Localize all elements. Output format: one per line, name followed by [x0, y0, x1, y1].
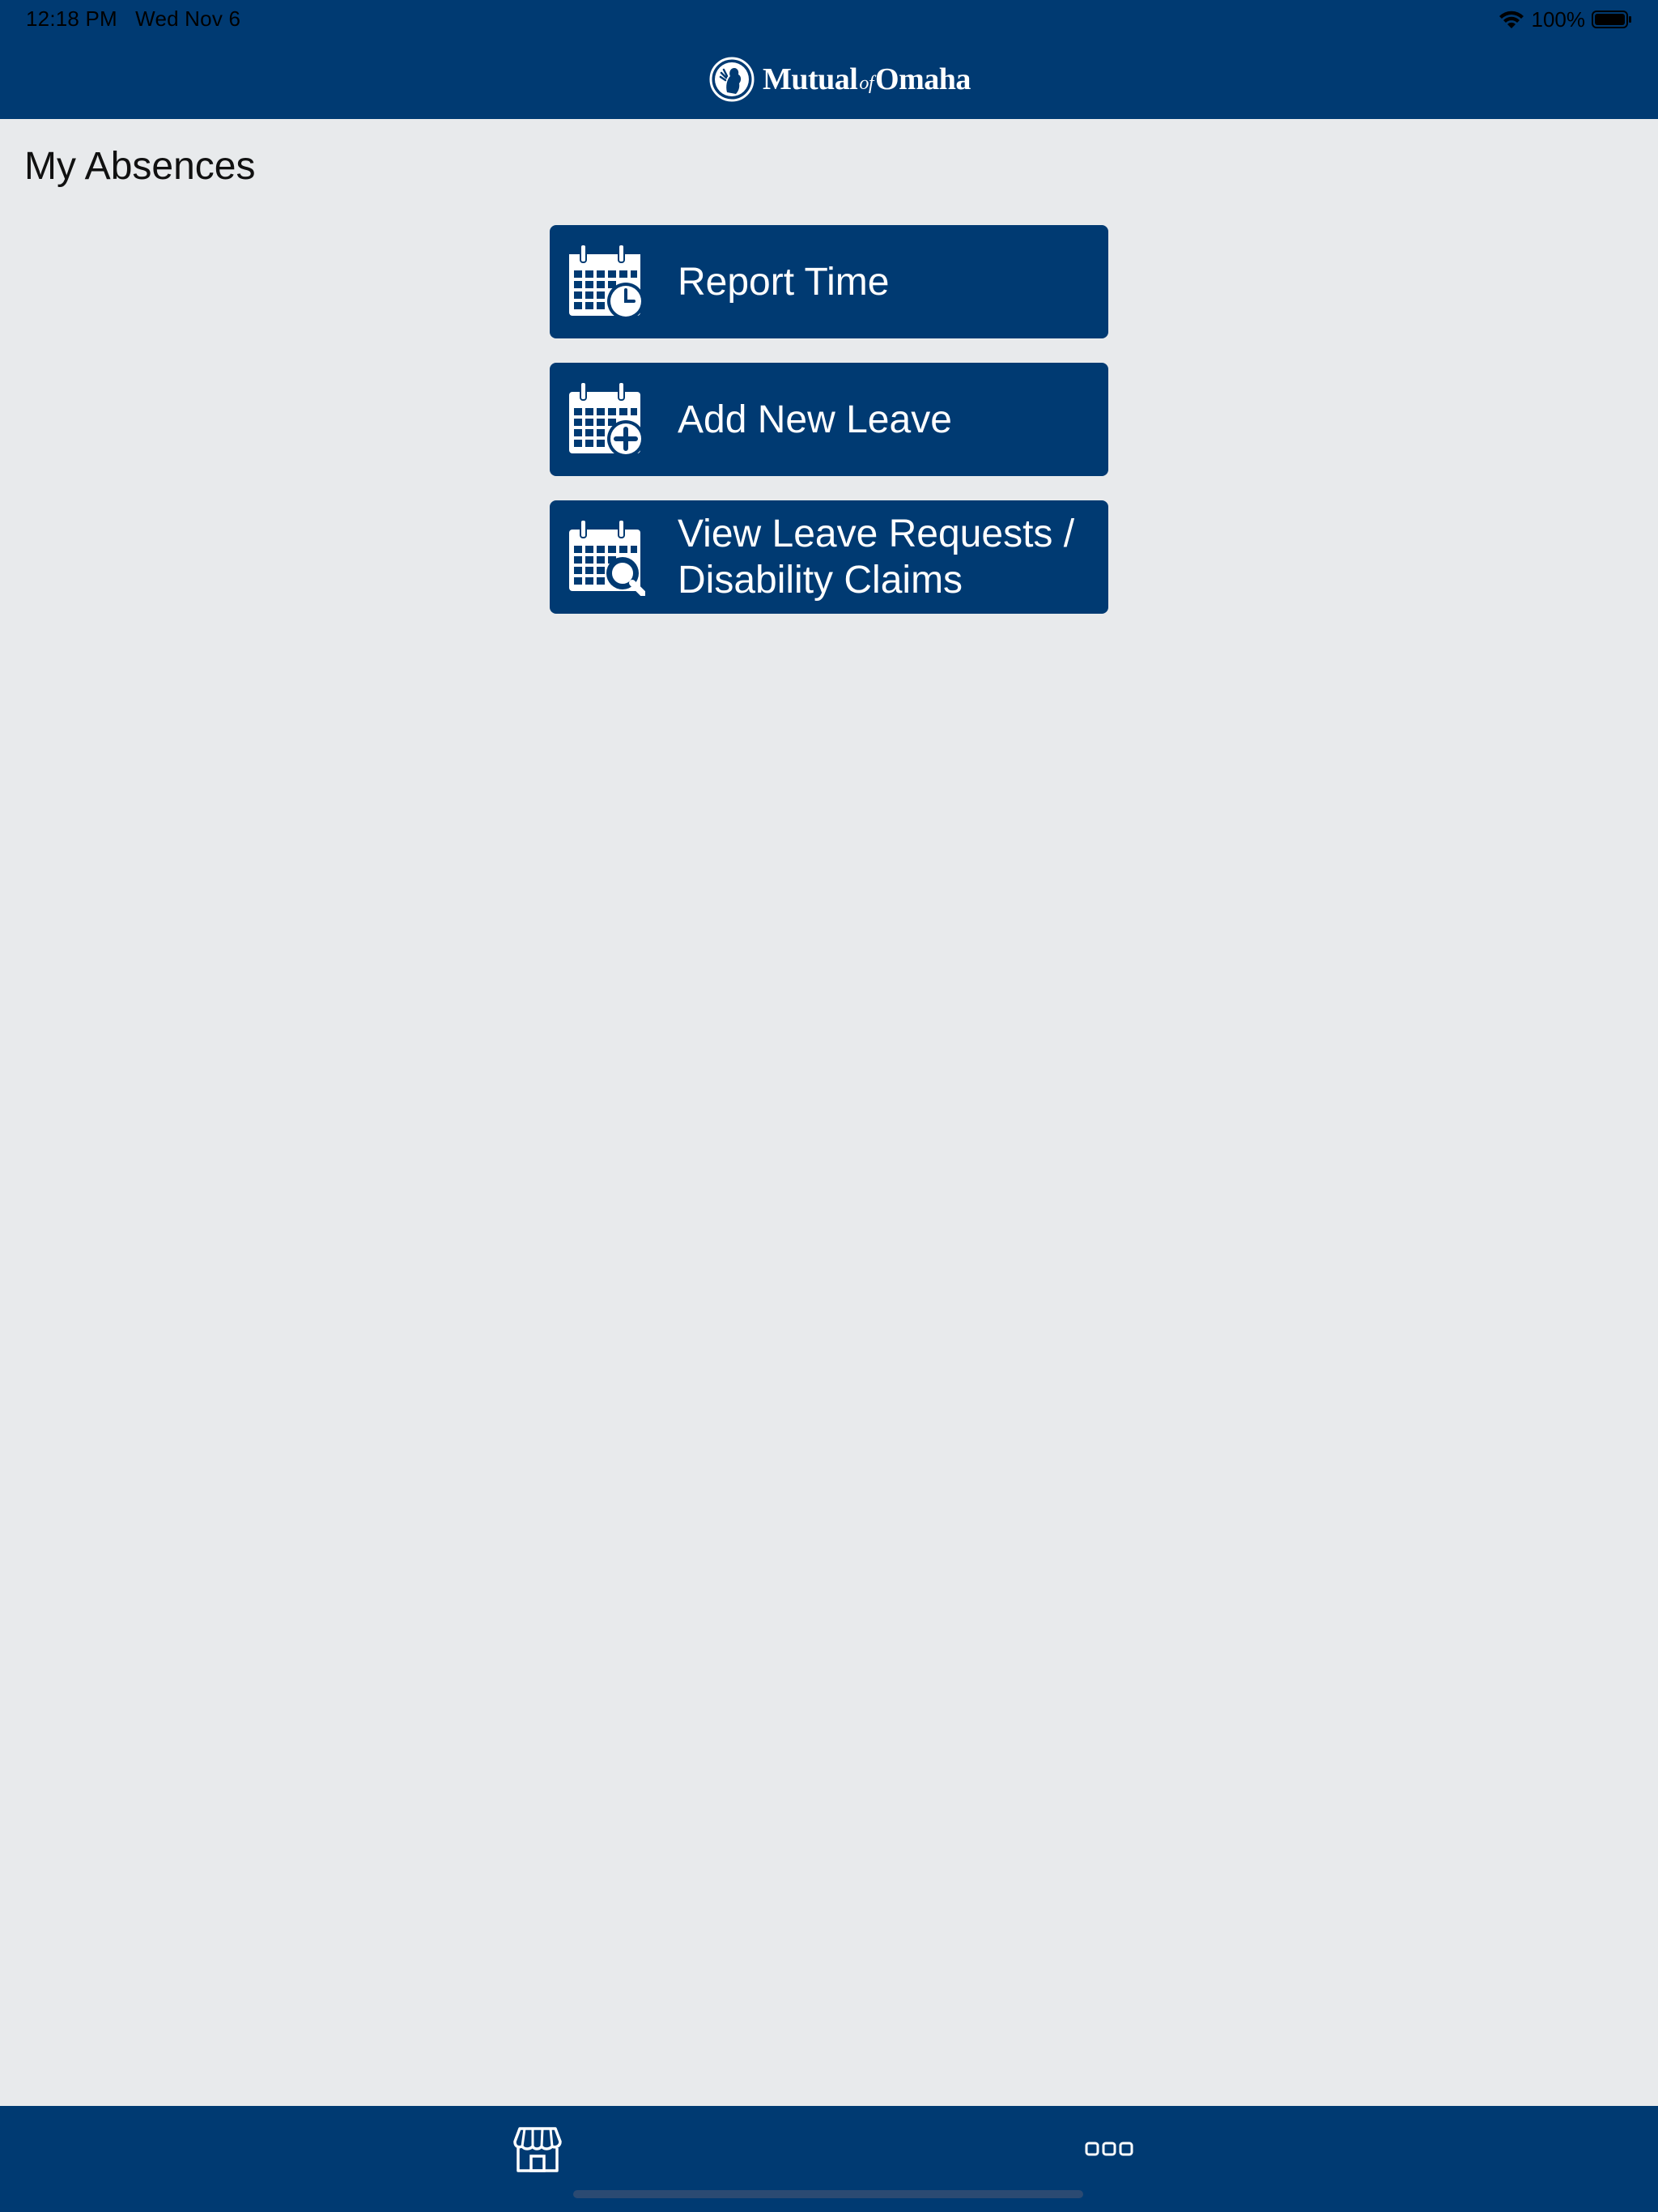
view-leave-requests-button[interactable]: View Leave Requests / Disability Claims [550, 500, 1108, 614]
logo-seal-icon [709, 57, 755, 102]
report-time-label: Report Time [678, 260, 890, 304]
battery-percentage: 100% [1531, 6, 1586, 32]
logo-wordmark: MutualofOmaha [763, 62, 971, 97]
battery-icon [1592, 10, 1632, 29]
status-date: Wed Nov 6 [135, 6, 241, 31]
absence-menu: Report Time Add New Leave View Leave Req… [550, 225, 1108, 638]
calendar-plus-icon [569, 381, 644, 457]
storefront-icon[interactable] [512, 2124, 563, 2176]
wifi-icon [1498, 9, 1525, 30]
more-icon[interactable] [1085, 2138, 1133, 2159]
top-navigation-bar: 12:18 PM Wed Nov 6 100% MutualofOmaha [0, 0, 1658, 119]
bottom-tab-bar [0, 2106, 1658, 2212]
add-new-leave-label: Add New Leave [678, 398, 952, 441]
report-time-button[interactable]: Report Time [550, 225, 1108, 338]
logo-text-of: of [859, 73, 874, 94]
page-title: My Absences [24, 145, 256, 188]
calendar-clock-icon [569, 244, 644, 320]
view-leave-requests-line1: View Leave Requests / [678, 513, 1075, 555]
calendar-search-icon [569, 519, 645, 596]
logo-text-omaha: Omaha [875, 62, 971, 96]
view-leave-requests-line2: Disability Claims [678, 559, 963, 602]
home-indicator[interactable] [573, 2190, 1083, 2198]
view-leave-requests-label: View Leave Requests / Disability Claims [678, 511, 1074, 603]
add-new-leave-button[interactable]: Add New Leave [550, 363, 1108, 476]
status-bar-time: 12:18 PM Wed Nov 6 [26, 6, 240, 32]
status-time: 12:18 PM [26, 6, 117, 31]
mutual-of-omaha-logo: MutualofOmaha [709, 55, 971, 104]
status-bar-right: 100% [1498, 6, 1633, 32]
logo-text-mutual: Mutual [763, 62, 858, 96]
